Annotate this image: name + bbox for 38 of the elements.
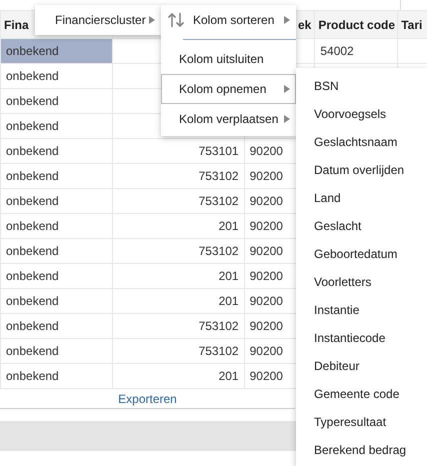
table-cell: 753102 xyxy=(112,338,244,364)
menu-item[interactable]: BSN xyxy=(296,72,427,100)
table-cell: 201 xyxy=(112,364,244,388)
menu-item[interactable]: Kolom sorteren xyxy=(161,5,296,35)
menu-item[interactable]: Financierscluster xyxy=(35,5,161,35)
menu-item[interactable]: Kolom opnemen xyxy=(161,74,296,104)
column-header[interactable]: ek xyxy=(298,18,312,32)
export-link[interactable]: Exporteren xyxy=(118,392,177,406)
table-cell: onbekend xyxy=(0,314,113,338)
table-cell: onbekend xyxy=(0,188,113,214)
table-cell: onbekend xyxy=(0,338,113,364)
menu-item[interactable]: Kolom uitsluiten xyxy=(161,44,296,74)
sort-icon xyxy=(167,11,185,29)
table-cell: 54002 xyxy=(314,38,398,64)
menu-item[interactable]: Voorvoegsels xyxy=(296,100,427,128)
table-cell: 201 xyxy=(112,288,244,314)
table-cell: onbekend xyxy=(0,214,113,238)
table-cell: 753102 xyxy=(112,164,244,188)
table-cell: 201 xyxy=(112,264,244,288)
table-cell: onbekend xyxy=(0,114,113,138)
table-cell: onbekend xyxy=(0,238,113,264)
table-cell: onbekend xyxy=(0,164,113,188)
table-cell: onbekend xyxy=(0,138,113,164)
menu-item[interactable]: Berekend bedrag xyxy=(296,436,427,464)
table-cell: 753102 xyxy=(112,238,244,264)
table-cell: 753102 xyxy=(112,188,244,214)
menu-item[interactable]: Kolom verplaatsen xyxy=(161,104,296,134)
table-cell: 201 xyxy=(112,214,244,238)
table-cell: 753101 xyxy=(112,138,244,164)
table-cell: onbekend xyxy=(0,88,113,114)
column-header[interactable]: Fina xyxy=(4,18,29,32)
table-cell: onbekend xyxy=(0,64,113,88)
table-cell: onbekend xyxy=(0,38,113,64)
table-cell: onbekend xyxy=(0,364,113,388)
table-cell: onbekend xyxy=(0,288,113,314)
table-cell: onbekend xyxy=(0,264,113,288)
table-cell: 753102 xyxy=(112,314,244,338)
menu-item[interactable]: Typeresultaat xyxy=(296,408,427,436)
